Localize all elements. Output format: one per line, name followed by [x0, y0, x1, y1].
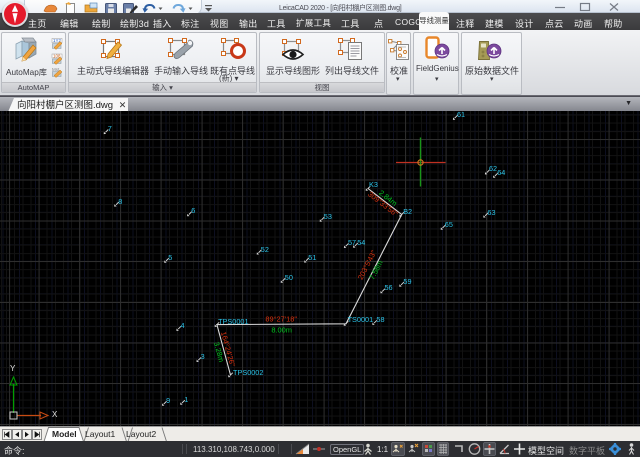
svg-text:Mst: Mst — [52, 67, 60, 72]
